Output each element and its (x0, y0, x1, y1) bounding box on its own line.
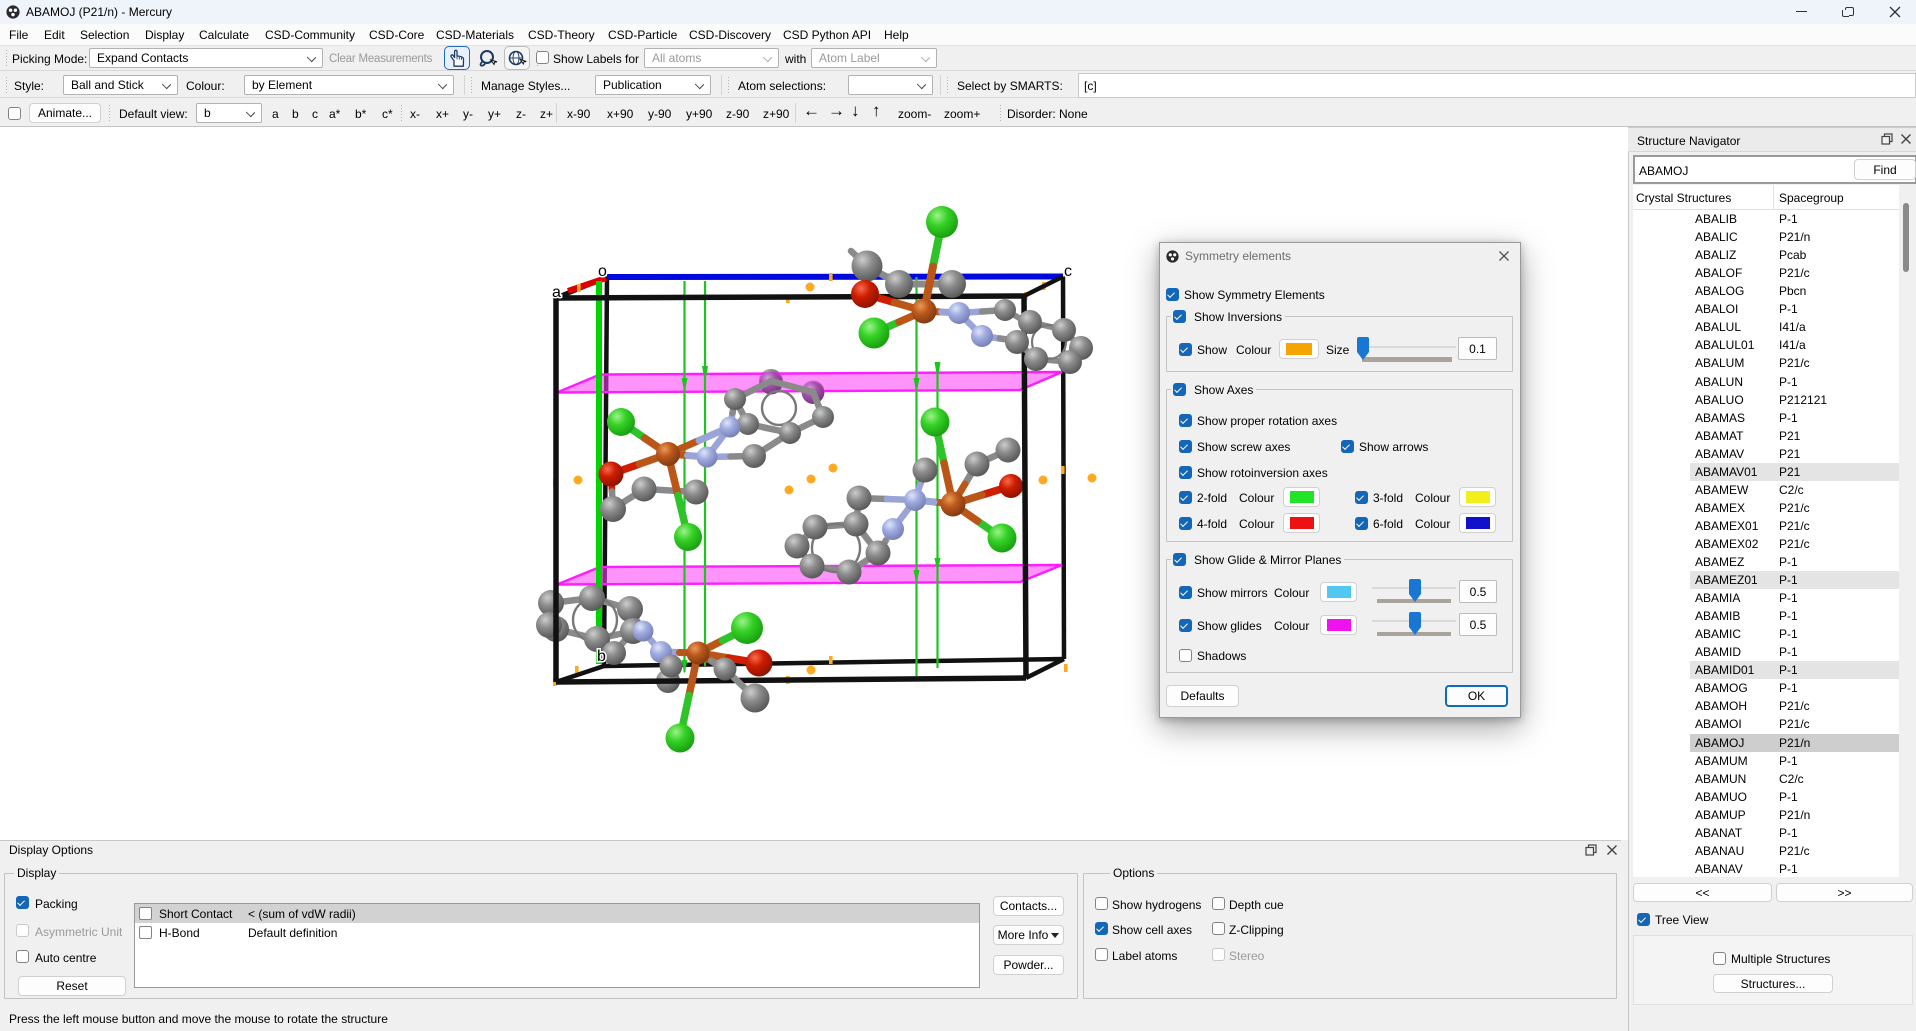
svg-text:o: o (598, 263, 607, 280)
svg-text:c: c (1064, 263, 1072, 280)
svg-text:a: a (552, 284, 561, 301)
svg-text:b: b (597, 648, 606, 665)
